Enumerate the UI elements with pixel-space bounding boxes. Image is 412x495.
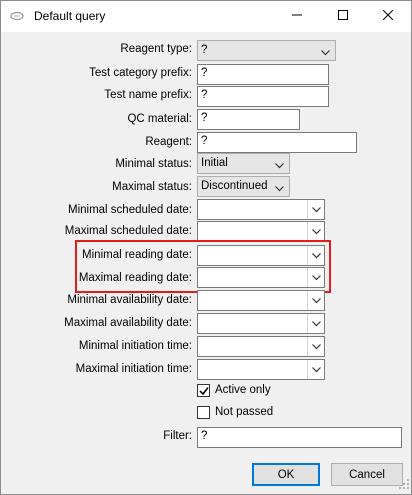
maximal-status-label: Maximal status: [112,181,192,193]
minimize-button[interactable] [274,1,320,32]
close-icon [382,9,394,23]
resize-grip-icon[interactable] [399,479,409,492]
minimal-initiation-time-picker[interactable] [197,336,325,357]
minimal-scheduled-date-label: Minimal scheduled date: [67,204,192,216]
minimal-status-value: Initial [201,157,228,169]
maximal-scheduled-date-label: Maximal scheduled date: [64,225,192,237]
qc-material-input[interactable]: ? [197,109,300,130]
test-name-prefix-label: Test name prefix: [104,89,192,101]
filter-label: Filter: [163,430,192,442]
not-passed-label: Not passed [215,406,274,418]
maximal-initiation-time-picker[interactable] [197,359,325,380]
maximal-availability-date-label: Maximal availability date: [64,317,192,329]
chevron-down-icon[interactable] [307,337,324,356]
close-button[interactable] [365,1,411,32]
minimal-scheduled-date-picker[interactable] [197,199,325,220]
chevron-down-icon[interactable] [307,200,324,219]
reagent-label: Reagent: [145,136,192,148]
maximize-icon [338,10,348,23]
minimal-availability-date-label: Minimal availability date: [67,294,192,306]
dialog-window: Default query Reagent type: ? Test categ… [0,0,412,495]
minimal-status-label: Minimal status: [115,158,192,170]
minimal-status-select[interactable]: Initial [197,153,290,174]
minimal-initiation-time-label: Minimal initiation time: [78,340,192,352]
reagent-type-label: Reagent type: [120,43,192,55]
cancel-button[interactable]: Cancel [331,463,403,486]
maximal-scheduled-date-picker[interactable] [197,221,325,242]
test-category-prefix-input[interactable]: ? [197,64,329,85]
chevron-down-icon[interactable] [307,291,324,310]
active-only-checkbox-box[interactable] [197,384,210,397]
chevron-down-icon [275,183,284,192]
ok-button[interactable]: OK [252,463,320,486]
maximal-status-select[interactable]: Discontinued [197,176,290,197]
chevron-down-icon[interactable] [307,222,324,241]
test-category-prefix-label: Test category prefix: [89,67,192,79]
title-bar[interactable]: Default query [1,1,411,32]
app-icon [9,10,25,22]
maximal-initiation-time-label: Maximal initiation time: [75,363,192,375]
maximize-button[interactable] [320,1,366,32]
chevron-down-icon[interactable] [307,314,324,333]
chevron-down-icon[interactable] [307,360,324,379]
maximal-availability-date-picker[interactable] [197,313,325,334]
chevron-down-icon [321,47,330,56]
window-title: Default query [34,9,106,23]
qc-material-label: QC material: [127,113,192,125]
reagent-type-value: ? [201,44,208,56]
not-passed-checkbox-box[interactable] [197,406,210,419]
reagent-type-select[interactable]: ? [197,40,336,61]
maximal-status-value: Discontinued [201,180,268,192]
test-name-prefix-input[interactable]: ? [197,86,329,107]
filter-input[interactable]: ? [197,427,402,448]
active-only-label: Active only [215,384,271,396]
chevron-down-icon [275,160,284,169]
reagent-input[interactable]: ? [197,132,357,153]
minimize-icon [292,10,302,23]
dialog-content: Reagent type: ? Test category prefix: ? … [1,32,411,494]
minimal-availability-date-picker[interactable] [197,290,325,311]
reading-date-highlight-box [75,240,331,293]
